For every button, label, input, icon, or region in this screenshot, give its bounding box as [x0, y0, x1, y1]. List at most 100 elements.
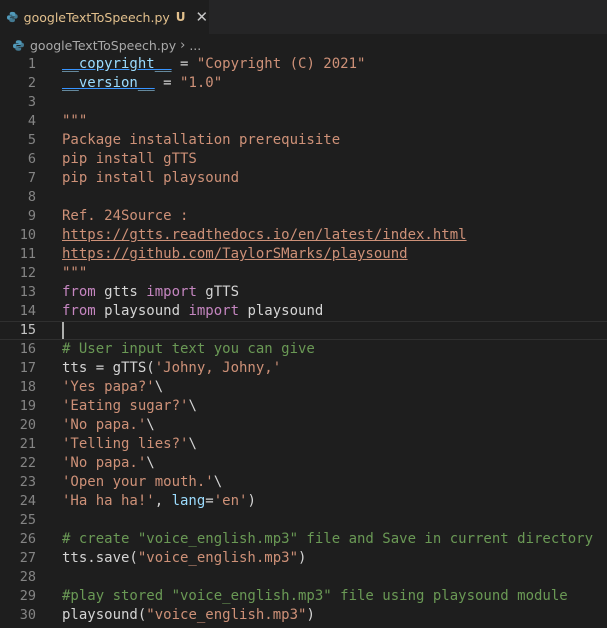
code-token: """ — [62, 113, 88, 129]
code-line[interactable]: 11 https://github.com/TaylorSMarks/playso… — [0, 245, 607, 264]
code-token: __copyright__ — [62, 56, 172, 72]
code-token: 'Johny, Johny,' — [154, 360, 282, 376]
code-token: \ — [154, 379, 164, 395]
code-token: = — [205, 493, 214, 509]
close-icon[interactable]: ✕ — [195, 9, 209, 25]
code-line[interactable]: 5 Package installation prerequisite — [0, 131, 607, 150]
code-line[interactable]: 12 """ — [0, 264, 607, 283]
git-untracked-badge: U — [175, 10, 186, 24]
code-token: gTTS — [196, 284, 240, 300]
code-line[interactable]: 13 from gtts import gTTS — [0, 283, 607, 302]
code-text: Ref. 24Source : — [62, 207, 188, 226]
code-line[interactable]: 3 — [0, 93, 607, 112]
code-token: 'Open your mouth.' — [62, 474, 214, 490]
code-text: # create "voice_english.mp3" file and Sa… — [62, 530, 593, 549]
line-number: 11 — [19, 246, 36, 262]
code-line[interactable]: 8 — [0, 188, 607, 207]
python-file-icon — [6, 11, 18, 23]
code-line[interactable]: 25 — [0, 511, 607, 530]
code-token: playsound( — [62, 607, 147, 623]
code-line[interactable]: 16 # User input text you can give — [0, 340, 607, 359]
line-number: 29 — [19, 588, 36, 604]
text-cursor — [62, 322, 64, 339]
code-line[interactable]: 9 Ref. 24Source : — [0, 207, 607, 226]
code-token: lang — [171, 493, 206, 509]
code-token: = — [154, 75, 181, 91]
code-line[interactable]: 30 playsound("voice_english.mp3") — [0, 606, 607, 625]
chevron-right-icon: › — [180, 37, 186, 53]
code-line[interactable]: 22 'No papa.'\ — [0, 454, 607, 473]
code-token: from — [62, 303, 96, 319]
line-number: 13 — [19, 284, 36, 300]
code-token: # User input text you can give — [62, 341, 315, 357]
code-line[interactable]: 2 __version__ = "1.0" — [0, 74, 607, 93]
code-text: Package installation prerequisite — [62, 131, 340, 150]
line-number: 10 — [19, 227, 36, 243]
code-token: ) — [247, 493, 256, 509]
code-line[interactable]: 15 — [0, 321, 607, 340]
code-line[interactable]: 24 'Ha ha ha!', lang='en') — [0, 492, 607, 511]
line-number: 14 — [19, 303, 36, 319]
code-line[interactable]: 26 # create "voice_english.mp3" file and … — [0, 530, 607, 549]
code-token: # create "voice_english.mp3" file and Sa… — [62, 531, 594, 547]
code-token: import — [188, 303, 240, 319]
code-token: \ — [146, 455, 155, 471]
code-token: https://gtts.readthedocs.io/en/latest/in… — [62, 227, 467, 243]
code-token: __version__ — [62, 75, 155, 91]
code-token: pip install playsound — [62, 170, 240, 186]
breadcrumb-symbols[interactable]: ... — [189, 38, 201, 53]
code-text: pip install gTTS — [62, 150, 197, 169]
line-number: 8 — [27, 189, 36, 205]
line-number: 30 — [19, 607, 36, 623]
code-line[interactable]: 21 'Telling lies?'\ — [0, 435, 607, 454]
tab-googletexttospeech[interactable]: googleTextToSpeech.py U ✕ — [0, 0, 210, 34]
code-token: , — [154, 493, 172, 509]
code-token: "1.0" — [180, 75, 223, 91]
python-file-icon — [12, 39, 25, 51]
tab-filename: googleTextToSpeech.py — [23, 9, 170, 25]
code-text: tts = gTTS('Johny, Johny,' — [62, 359, 281, 378]
editor-tab-bar: googleTextToSpeech.py U ✕ — [0, 0, 607, 34]
code-line[interactable]: 18 'Yes papa?'\ — [0, 378, 607, 397]
code-line[interactable]: 23 'Open your mouth.'\ — [0, 473, 607, 492]
code-line[interactable]: 19 'Eating sugar?'\ — [0, 397, 607, 416]
code-token: "voice_english.mp3" — [137, 550, 299, 566]
code-token: 'Ha ha ha!' — [62, 493, 155, 509]
code-editor[interactable]: 1 __copyright__ = "Copyright (C) 2021" 2 __… — [0, 55, 607, 628]
code-token: ) — [306, 607, 315, 623]
code-text: # User input text you can give — [62, 340, 315, 359]
code-token: \ — [213, 474, 223, 490]
code-token: playsound — [95, 303, 189, 319]
code-token: from — [62, 284, 96, 300]
code-line[interactable]: 4 """ — [0, 112, 607, 131]
line-number: 7 — [27, 170, 36, 186]
code-line[interactable]: 7 pip install playsound — [0, 169, 607, 188]
code-line[interactable]: 10 https://gtts.readthedocs.io/en/latest/… — [0, 226, 607, 245]
code-token: 'Telling lies?' — [62, 436, 189, 452]
line-number: 12 — [19, 265, 36, 281]
code-line[interactable]: 14 from playsound import playsound — [0, 302, 607, 321]
code-token: #play stored "voice_english.mp3" file us… — [62, 588, 568, 604]
code-text: #play stored "voice_english.mp3" file us… — [62, 587, 568, 606]
code-line[interactable]: 29 #play stored "voice_english.mp3" file … — [0, 587, 607, 606]
code-text: 'No papa.'\ — [62, 416, 155, 435]
code-line[interactable]: 28 — [0, 568, 607, 587]
line-number: 24 — [19, 493, 36, 509]
code-text: 'Open your mouth.'\ — [62, 473, 222, 492]
breadcrumb-file[interactable]: googleTextToSpeech.py — [30, 38, 176, 53]
code-text: 'Telling lies?'\ — [62, 435, 197, 454]
code-token: 'No papa.' — [62, 455, 147, 471]
code-line[interactable]: 20 'No papa.'\ — [0, 416, 607, 435]
code-text: from playsound import playsound — [62, 302, 323, 321]
code-token: tts.save( — [62, 550, 138, 566]
code-line[interactable]: 17 tts = gTTS('Johny, Johny,' — [0, 359, 607, 378]
code-line[interactable]: 6 pip install gTTS — [0, 150, 607, 169]
code-line[interactable]: 27 tts.save("voice_english.mp3") — [0, 549, 607, 568]
code-token: 'Eating sugar?' — [62, 398, 189, 414]
code-line[interactable]: 1 __copyright__ = "Copyright (C) 2021" — [0, 55, 607, 74]
line-number: 9 — [27, 208, 36, 224]
line-number: 21 — [19, 436, 36, 452]
line-number: 17 — [19, 360, 36, 376]
line-number: 16 — [19, 341, 36, 357]
code-text: pip install playsound — [62, 169, 239, 188]
